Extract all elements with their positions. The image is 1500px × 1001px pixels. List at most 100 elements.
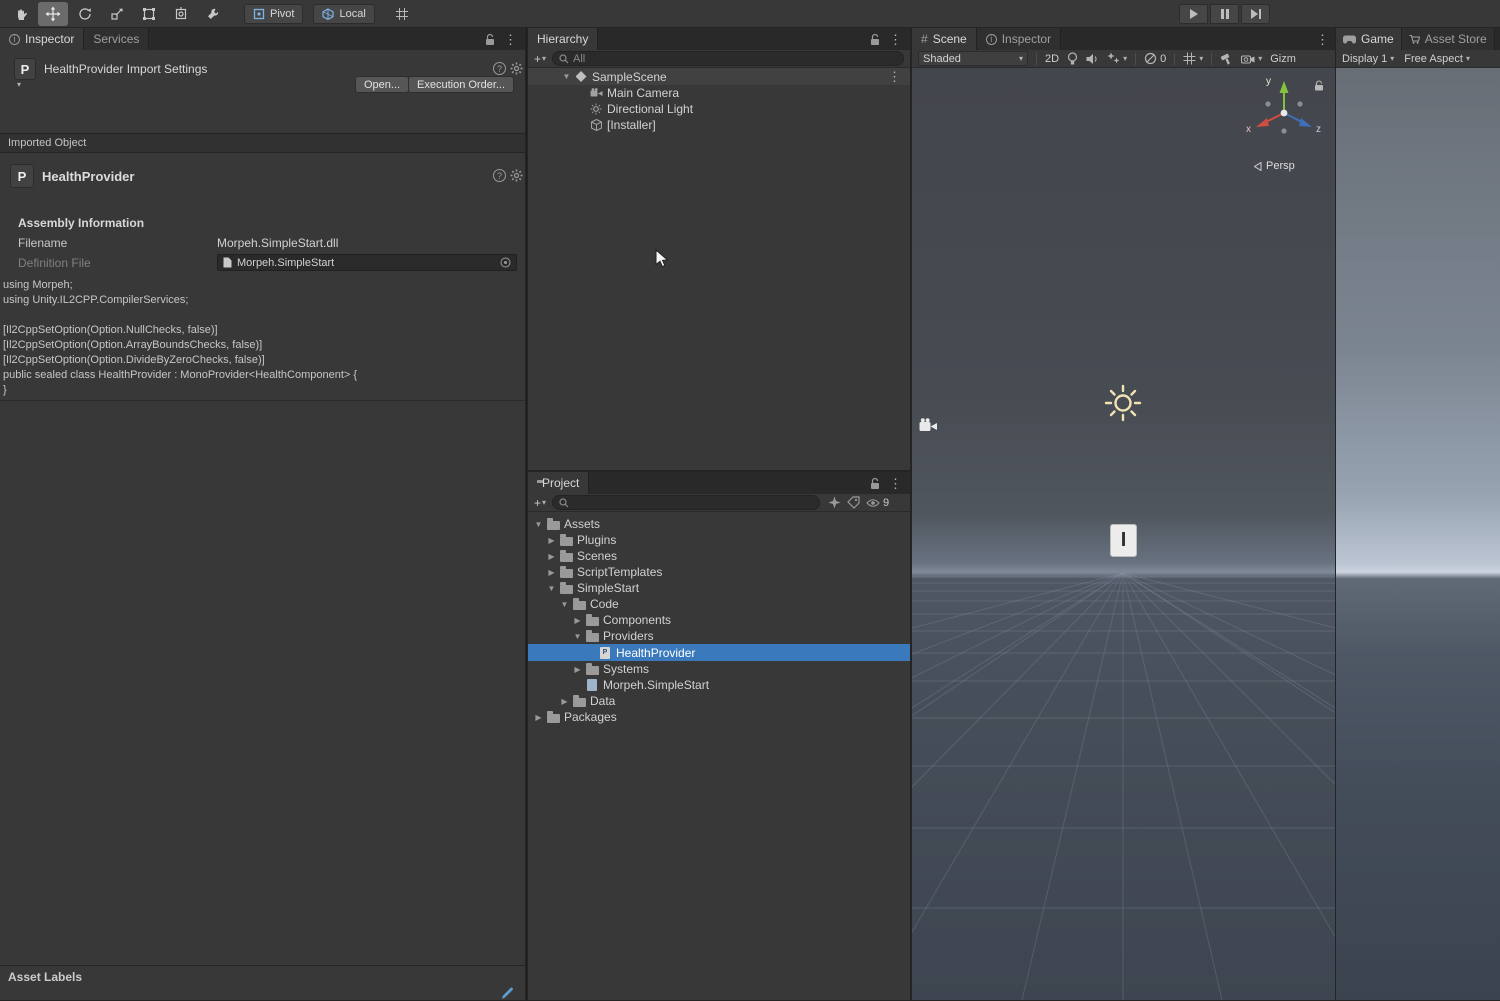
grid-snap-button[interactable] [387, 2, 417, 26]
game-viewport[interactable] [1336, 68, 1500, 1000]
project-item-assets[interactable]: ▼ Assets [528, 516, 910, 532]
tab-scene[interactable]: # Scene [912, 28, 977, 50]
project-item-code[interactable]: ▼ Code [528, 596, 910, 612]
move-tool-button[interactable] [38, 1, 68, 26]
collapse-arrow-icon[interactable]: ▶ [545, 568, 558, 577]
local-toggle-button[interactable]: Local [313, 3, 375, 24]
expand-arrow-icon[interactable]: ▼ [558, 600, 571, 609]
tab-hierarchy[interactable]: Hierarchy [528, 28, 599, 50]
execution-order-button[interactable]: Execution Order... [408, 76, 515, 93]
tab-inspector-secondary[interactable]: i Inspector [976, 28, 1062, 50]
tab-services[interactable]: Services [84, 28, 150, 50]
persp-icon [1254, 161, 1262, 171]
panel-menu-icon[interactable]: ⋮ [504, 33, 517, 46]
collapse-arrow-icon[interactable]: ▶ [532, 713, 545, 722]
projection-mode-button[interactable]: Persp [1254, 160, 1295, 172]
project-item-components[interactable]: ▶ Components [528, 612, 910, 628]
expand-arrow-icon[interactable]: ▼ [571, 632, 584, 641]
axis-x-label[interactable]: x [1246, 124, 1251, 135]
shading-mode-dropdown[interactable]: Shaded ▾ [918, 51, 1028, 66]
scene-lighting-icon[interactable] [1067, 51, 1078, 66]
transform-tool-button[interactable] [166, 2, 196, 26]
collapse-arrow-icon[interactable]: ▶ [571, 616, 584, 625]
help-icon[interactable]: ? [493, 62, 506, 75]
edit-labels-icon[interactable] [500, 986, 515, 1001]
directional-light-gizmo[interactable] [1101, 381, 1145, 425]
hierarchy-item-installer[interactable]: [Installer] [528, 117, 910, 133]
project-item-providers[interactable]: ▼ Providers [528, 628, 910, 644]
project-item-packages[interactable]: ▶ Packages [528, 709, 910, 725]
project-item-data[interactable]: ▶ Data [528, 693, 910, 709]
collapse-arrow-icon[interactable]: ▶ [558, 697, 571, 706]
collapse-arrow-icon[interactable]: ▶ [545, 536, 558, 545]
play-button[interactable] [1179, 4, 1208, 24]
panel-menu-icon[interactable]: ⋮ [1316, 33, 1329, 46]
scene-grid-visibility-icon[interactable]: ▾ [1183, 52, 1203, 65]
custom-tool-button[interactable] [198, 2, 228, 26]
step-button[interactable] [1241, 4, 1270, 24]
scene-viewport[interactable]: I y x z Persp [912, 68, 1335, 1000]
project-item-scripttemplates[interactable]: ▶ ScriptTemplates [528, 564, 910, 580]
tab-scene-label: Scene [932, 32, 967, 46]
create-button[interactable]: + ▾ [534, 52, 546, 66]
hand-tool-button[interactable] [6, 2, 36, 26]
pivot-toggle-button[interactable]: Pivot [244, 3, 304, 24]
installer-script-gizmo[interactable]: I [1110, 524, 1137, 557]
collapse-arrow-icon[interactable]: ▶ [545, 552, 558, 561]
hierarchy-item-directional-light[interactable]: Directional Light [528, 101, 910, 117]
scene-camera-settings-icon[interactable]: ▾ [1241, 54, 1262, 64]
scene-tools-icon[interactable] [1220, 52, 1233, 65]
lock-icon[interactable] [870, 477, 880, 490]
collapse-arrow-icon[interactable]: ▶ [571, 665, 584, 674]
toggle-2d-button[interactable]: 2D [1045, 53, 1059, 65]
display-dropdown[interactable]: Display 1 ▾ [1342, 53, 1394, 65]
axis-y-label[interactable]: y [1266, 76, 1271, 87]
caret-down-icon: ▾ [1123, 53, 1128, 63]
lock-icon[interactable] [870, 33, 880, 46]
project-item-healthprovider[interactable]: P HealthProvider [528, 644, 910, 661]
project-item-systems[interactable]: ▶ Systems [528, 661, 910, 677]
gear-icon[interactable] [510, 62, 523, 75]
create-button[interactable]: + ▾ [534, 496, 546, 510]
icon-dropdown-caret[interactable]: ▾ [17, 81, 21, 89]
aspect-ratio-dropdown[interactable]: Free Aspect ▾ [1404, 53, 1470, 65]
gizmo-lock-icon[interactable] [1314, 80, 1324, 92]
hierarchy-item-samplescene[interactable]: ▼ SampleScene ⋮ [528, 68, 910, 85]
tab-inspector[interactable]: i Inspector [0, 28, 85, 50]
project-item-morpeh-simplestart[interactable]: Morpeh.SimpleStart [528, 677, 910, 693]
scene-audio-icon[interactable] [1086, 53, 1099, 65]
hierarchy-search-input[interactable]: All [552, 51, 904, 66]
project-item-simplestart[interactable]: ▼ SimpleStart [528, 580, 910, 596]
search-by-label-icon[interactable] [847, 496, 860, 509]
expand-arrow-icon[interactable]: ▼ [545, 584, 558, 593]
hidden-assets-toggle[interactable]: 9 [866, 497, 889, 509]
panel-menu-icon[interactable]: ⋮ [889, 33, 902, 46]
gear-icon[interactable] [510, 169, 523, 182]
panel-menu-icon[interactable]: ⋮ [889, 477, 902, 490]
open-button[interactable]: Open... [355, 76, 410, 93]
tab-asset-store[interactable]: Asset Store [1401, 28, 1495, 50]
lock-icon[interactable] [485, 33, 495, 46]
rotate-tool-button[interactable] [70, 2, 100, 26]
scene-effects-icon[interactable]: ▾ [1107, 52, 1127, 65]
project-search-input[interactable] [552, 495, 821, 510]
expand-arrow-icon[interactable]: ▼ [532, 520, 545, 529]
scene-options-icon[interactable]: ⋮ [888, 70, 901, 83]
object-picker-icon[interactable] [500, 257, 511, 268]
tab-game[interactable]: Game [1336, 28, 1402, 50]
help-icon[interactable]: ? [493, 169, 506, 182]
search-by-type-icon[interactable] [828, 496, 841, 509]
gizmos-dropdown[interactable]: Gizm [1270, 53, 1296, 65]
rect-tool-button[interactable] [134, 2, 164, 26]
scene-visibility-toggle[interactable]: 0 [1144, 52, 1166, 65]
pause-button[interactable] [1210, 4, 1239, 24]
tab-project[interactable]: Project [528, 472, 590, 494]
definition-file-object-field[interactable]: Morpeh.SimpleStart [217, 254, 517, 271]
project-item-scenes[interactable]: ▶ Scenes [528, 548, 910, 564]
axis-z-label[interactable]: z [1316, 124, 1321, 135]
camera-gizmo[interactable] [919, 418, 941, 433]
expand-arrow-icon[interactable]: ▼ [560, 72, 573, 81]
hierarchy-item-main-camera[interactable]: Main Camera [528, 85, 910, 101]
scale-tool-button[interactable] [102, 2, 132, 26]
project-item-plugins[interactable]: ▶ Plugins [528, 532, 910, 548]
